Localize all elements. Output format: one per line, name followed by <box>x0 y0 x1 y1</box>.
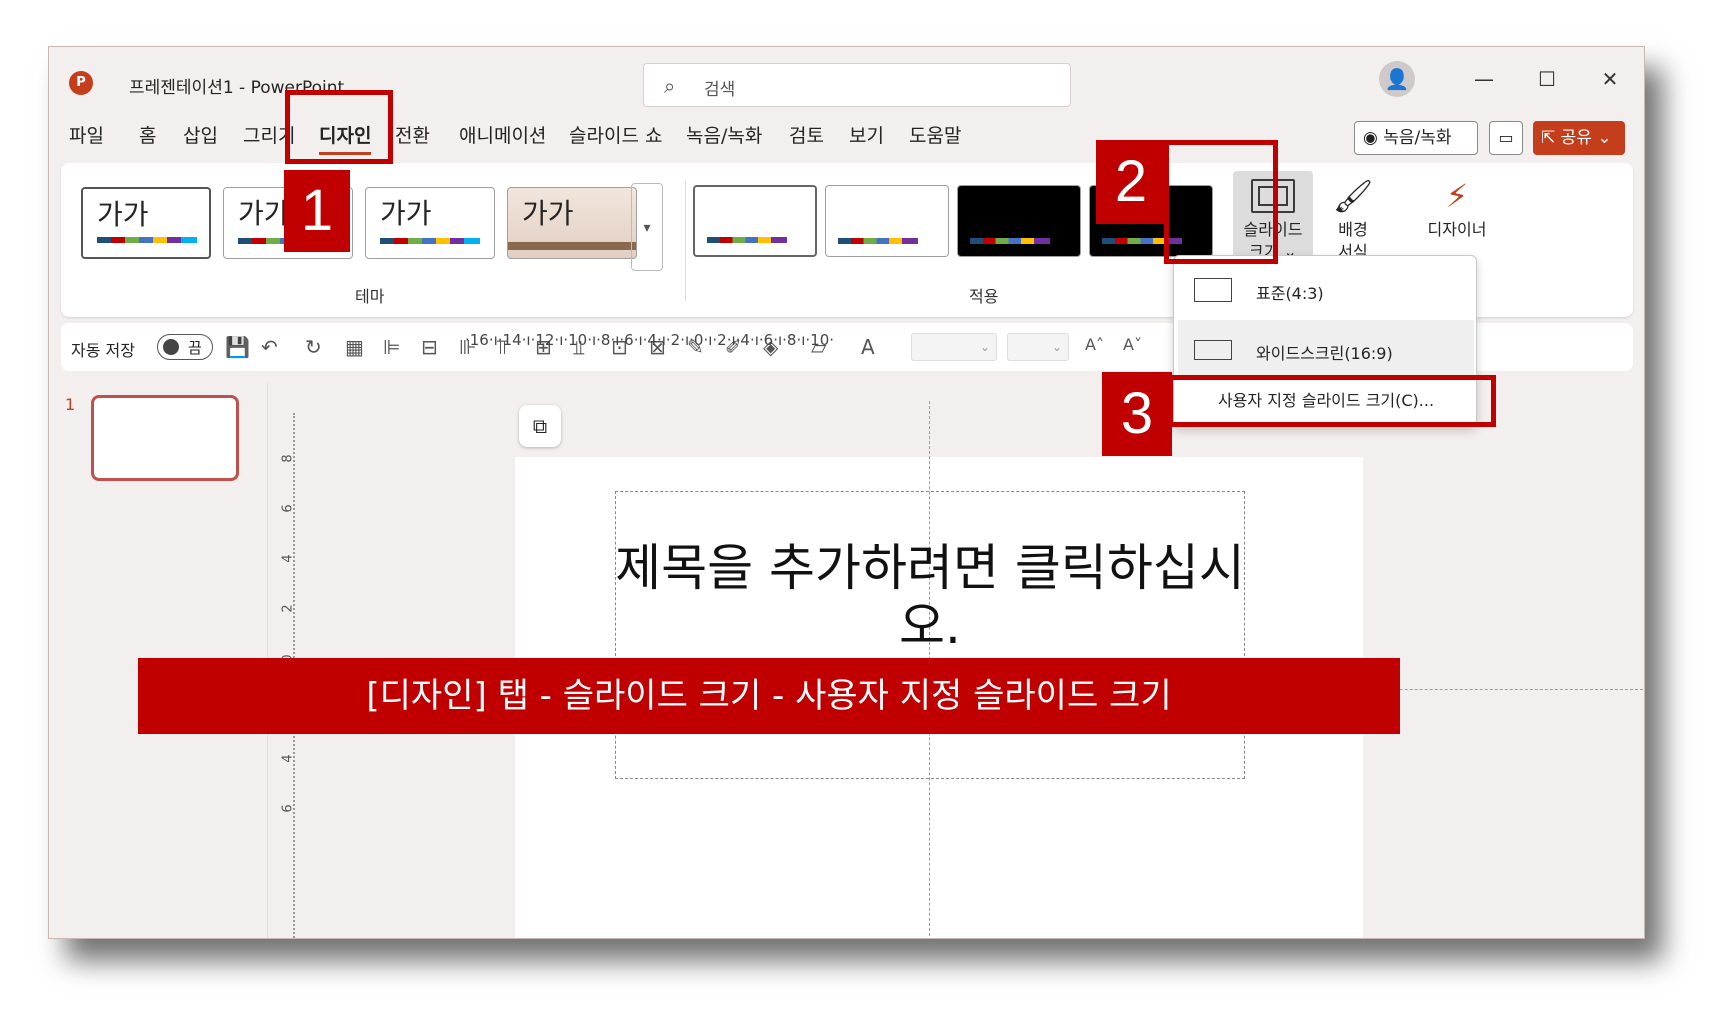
variants-group-label: 적용 <box>969 287 999 306</box>
step2-badge: 2 <box>1096 140 1166 224</box>
tab-view[interactable]: 보기 <box>849 121 884 148</box>
close-button[interactable]: ✕ <box>1590 63 1630 95</box>
menu-item-standard[interactable]: 표준(4:3) <box>1178 260 1474 318</box>
themes-group-label: 테마 <box>355 287 385 306</box>
comment-button[interactable]: ▭ <box>1489 121 1523 155</box>
search-icon: ⌕ <box>664 74 676 98</box>
theme-office[interactable]: 가가 <box>81 187 211 259</box>
variant-3[interactable] <box>957 185 1081 257</box>
slide-thumbnail[interactable] <box>91 395 239 481</box>
close-icon: ✕ <box>1601 67 1619 91</box>
group-divider <box>685 181 686 301</box>
tab-help[interactable]: 도움말 <box>909 121 961 148</box>
align-left-icon[interactable]: ⊫ <box>383 335 400 359</box>
step2-highlight <box>1164 140 1278 264</box>
vruler-tick: 6 <box>280 804 296 813</box>
title-placeholder-text[interactable]: 제목을 추가하려면 클릭하십시오. <box>615 539 1245 655</box>
designer-label: 디자이너 <box>1427 220 1487 239</box>
format-background-icon: 🖌 <box>1332 177 1374 215</box>
tab-insert[interactable]: 삽입 <box>183 121 218 148</box>
vruler-tick: 2 <box>280 604 296 613</box>
copilot-button[interactable]: ⧉ <box>519 405 561 447</box>
chevron-down-icon: ▾ <box>643 220 651 236</box>
autosave-label: 자동 저장 <box>71 341 135 360</box>
horizontal-ruler: ·16·ı·14·ı·12·ı·10·ı·8·ı·6·ı·4·ı·2·ı·0·ı… <box>465 331 835 349</box>
redo-icon[interactable]: ↻ <box>305 335 322 359</box>
theme-color-stripes <box>97 237 197 243</box>
search-box[interactable]: ⌕ 검색 <box>643 63 1071 107</box>
person-icon: 👤 <box>1384 67 1410 91</box>
tab-file[interactable]: 파일 <box>69 121 104 148</box>
copilot-icon: ⧉ <box>532 414 548 438</box>
theme-sample-text: 가가 <box>522 197 574 230</box>
toggle-knob <box>163 339 179 355</box>
theme-color-stripes <box>508 242 636 250</box>
format-background-label-line1: 배경 <box>1338 220 1368 239</box>
theme-sample-text: 가가 <box>97 198 149 231</box>
step1-badge: 1 <box>284 170 350 252</box>
account-avatar[interactable]: 👤 <box>1379 61 1415 97</box>
minimize-button[interactable]: — <box>1464 63 1504 95</box>
variant-color-stripes <box>707 237 787 243</box>
menu-item-label: 와이드스크린(16:9) <box>1256 344 1393 363</box>
step3-highlight <box>1168 375 1496 427</box>
widescreen-ratio-icon <box>1194 340 1232 360</box>
save-icon[interactable]: 💾 <box>225 335 250 359</box>
record-button[interactable]: ◉ 녹음/녹화 <box>1354 121 1478 155</box>
theme-4[interactable]: 가가 <box>507 187 637 259</box>
instruction-banner: [디자인] 탭 - 슬라이드 크기 - 사용자 지정 슬라이드 크기 <box>138 658 1400 734</box>
tab-transitions[interactable]: 전환 <box>395 121 430 148</box>
themes-more-button[interactable]: ▾ <box>631 183 663 271</box>
tab-slideshow[interactable]: 슬라이드 쇼 <box>569 121 662 148</box>
search-placeholder: 검색 <box>704 80 736 100</box>
menu-item-label: 표준(4:3) <box>1256 284 1324 303</box>
tab-review[interactable]: 검토 <box>789 121 824 148</box>
variant-color-stripes <box>970 238 1050 244</box>
designer-icon: ⚡ <box>1445 177 1469 215</box>
table-icon[interactable]: ▦ <box>345 335 364 359</box>
align-center-icon[interactable]: ⊟ <box>421 335 438 359</box>
undo-icon[interactable]: ↶ <box>261 335 278 359</box>
variant-color-stripes <box>838 238 918 244</box>
powerpoint-logo-icon: P <box>69 71 93 95</box>
theme-3[interactable]: 가가 <box>365 187 495 259</box>
share-button[interactable]: ⇱ 공유 ⌄ <box>1533 121 1625 155</box>
standard-ratio-icon <box>1194 278 1232 302</box>
maximize-icon: ☐ <box>1538 67 1556 91</box>
slide-number: 1 <box>65 395 76 414</box>
variant-1[interactable] <box>693 185 817 257</box>
tab-record[interactable]: 녹음/녹화 <box>686 121 762 148</box>
vruler-tick: 4 <box>280 554 296 563</box>
maximize-button[interactable]: ☐ <box>1527 63 1567 95</box>
theme-color-stripes <box>380 238 480 244</box>
variant-2[interactable] <box>825 185 949 257</box>
theme-sample-text: 가가 <box>238 197 290 230</box>
tab-animations[interactable]: 애니메이션 <box>459 121 546 148</box>
theme-sample-text: 가가 <box>380 197 432 230</box>
autosave-toggle[interactable]: 끔 <box>157 334 213 360</box>
minimize-icon: — <box>1474 67 1494 91</box>
vruler-tick: 4 <box>280 754 296 763</box>
step3-badge: 3 <box>1102 372 1172 456</box>
toggle-state-label: 끔 <box>188 339 202 357</box>
tab-home[interactable]: 홈 <box>139 121 156 148</box>
vruler-tick: 8 <box>280 454 296 463</box>
vruler-tick: 6 <box>280 504 296 513</box>
menu-item-widescreen[interactable]: 와이드스크린(16:9) <box>1178 320 1474 378</box>
step1-highlight <box>285 90 393 164</box>
comment-icon: ▭ <box>1498 128 1514 147</box>
